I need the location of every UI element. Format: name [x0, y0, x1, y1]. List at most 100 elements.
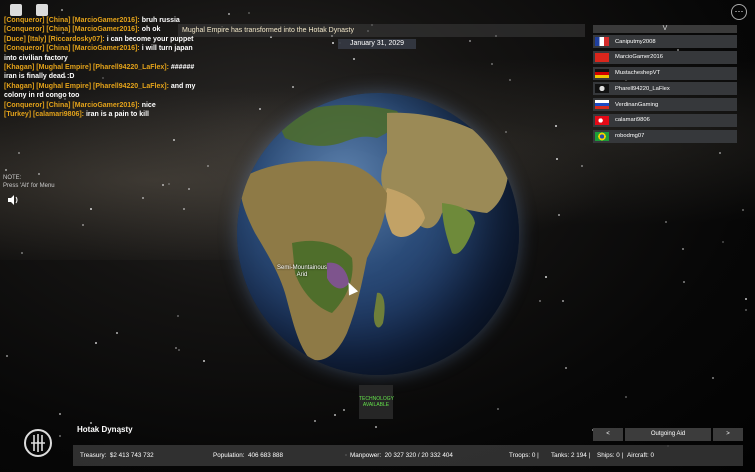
aid-controls: < Outgoing Aid > [593, 428, 743, 441]
chat-sender[interactable]: [Turkey] [calamari9806]: [4, 111, 84, 118]
player-name: Caniputmy2008 [615, 38, 656, 45]
troops-value: 0 [531, 452, 536, 459]
star [581, 165, 583, 167]
star [61, 9, 63, 11]
player-row[interactable]: VerdinanGaming [593, 98, 737, 112]
roblox-menu-icon[interactable] [10, 4, 22, 16]
menu-hint-title: NOTE: [3, 175, 22, 181]
more-options-icon[interactable]: ⋯ [731, 4, 747, 20]
outgoing-aid-button[interactable]: Outgoing Aid [625, 428, 711, 441]
chat-message: and my [170, 82, 196, 90]
manpower-value: 20 327 320 / 20 332 404 [384, 452, 453, 459]
star [682, 248, 684, 250]
chat-sender[interactable]: [Conqueror] [China] [MarcioGamer2016]: [4, 45, 140, 52]
star [248, 12, 250, 14]
treasury-label: Treasury: [80, 452, 107, 459]
china-flag-icon [595, 52, 609, 62]
chat-message: iran is finally dead :D [4, 73, 75, 81]
menu-hint: NOTE: Press 'Alt' for Menu [3, 174, 55, 190]
aid-prev-button[interactable]: < [593, 428, 623, 441]
globe-landmass [240, 105, 509, 361]
speaker-icon[interactable] [7, 194, 19, 206]
treasury-stat: Treasury: $2 413 743 732 [80, 445, 154, 466]
chat-sender[interactable]: [Conqueror] [China] [MarcioGamer2016]: [4, 17, 140, 24]
world-globe[interactable] [237, 93, 519, 375]
aid-next-button[interactable]: > [713, 428, 743, 441]
star [683, 281, 685, 283]
germany-flag-icon [595, 68, 609, 78]
chat-message: i will turn japan [141, 45, 193, 53]
star [168, 183, 170, 185]
chat-line: into civilian factory [4, 54, 224, 63]
player-name: robodmg07 [615, 133, 645, 140]
player-row[interactable]: MarcioGamer2016 [593, 50, 737, 64]
chat-message: i can become your puppet [106, 35, 194, 43]
chat-toggle-icon[interactable] [36, 4, 48, 16]
treasury-value: $2 413 743 732 [109, 452, 154, 459]
chat-line: [Conqueror] [China] [MarcioGamer2016]: n… [4, 101, 224, 110]
player-row[interactable]: robodmg07 [593, 129, 737, 143]
star [539, 300, 541, 302]
star [207, 165, 209, 167]
star [142, 197, 144, 199]
star [497, 408, 499, 410]
star [116, 332, 118, 334]
star [745, 298, 747, 300]
chat-sender[interactable]: [Khagan] [Mughal Empire] [Pharell94220_L… [4, 83, 169, 90]
tanks-stat: Tanks: 2 194 | [551, 452, 591, 459]
stats-bar: Treasury: $2 413 743 732 Population: 406… [73, 445, 743, 466]
manpower-stat: Manpower: 20 327 320 / 20 332 404 [350, 445, 453, 466]
announcement-banner: Mughal Empire has transformed into the H… [178, 24, 585, 37]
chat-message: colony in rd congo too [4, 92, 80, 100]
chat-line: [Conqueror] [China] [MarcioGamer2016]: b… [4, 16, 224, 25]
ships-stat: Ships: 0 | [597, 452, 624, 459]
player-row[interactable]: MustacheshepVT [593, 66, 737, 80]
star [469, 40, 471, 42]
star [314, 420, 316, 422]
chat-message: into civilian factory [4, 54, 68, 62]
ships-value: 0 [616, 452, 620, 459]
player-list-toggle[interactable]: V [593, 25, 737, 33]
chat-line: [Khagan] [Mughal Empire] [Pharell94220_L… [4, 82, 224, 91]
chat-sender[interactable]: [Duce] [Italy] [Riccardosky07]: [4, 36, 105, 43]
player-row[interactable]: calamari9806 [593, 113, 737, 127]
tanks-label: Tanks: [551, 452, 570, 459]
star [5, 169, 7, 171]
mughal-flag-icon [595, 84, 609, 94]
russia-flag-icon [595, 100, 609, 110]
chat-sender[interactable]: [Khagan] [Mughal Empire] [Pharell94220_L… [4, 64, 169, 71]
technology-available-button[interactable]: TECHNOLOGY AVAILABLE [359, 385, 394, 419]
manpower-label: Manpower: [350, 452, 382, 459]
player-name: MarcioGamer2016 [615, 54, 664, 61]
star [343, 409, 345, 411]
player-row[interactable]: Caniputmy2008 [593, 35, 737, 48]
chat-sender[interactable]: [Conqueror] [China] [MarcioGamer2016]: [4, 102, 140, 109]
aircraft-label: Aircraft: [627, 452, 649, 459]
star [82, 224, 84, 226]
chat-sender[interactable]: [Conqueror] [China] [MarcioGamer2016]: [4, 26, 140, 33]
star [203, 360, 205, 362]
star [6, 355, 8, 357]
star [178, 349, 180, 351]
star [555, 125, 557, 127]
tanks-value: 2 194 [570, 452, 587, 459]
star [183, 208, 185, 210]
star [21, 252, 23, 254]
star [175, 347, 177, 349]
star [292, 86, 294, 88]
star [712, 377, 714, 379]
star [509, 79, 511, 81]
star [334, 414, 336, 416]
star [332, 42, 334, 44]
chat-line: iran is finally dead :D [4, 72, 224, 81]
population-stat: Population: 406 683 888 [213, 445, 283, 466]
top-left-toolbar [10, 4, 48, 16]
chat-message: oh ok [141, 26, 161, 34]
population-value: 406 683 888 [248, 452, 284, 459]
nation-emblem-icon[interactable] [24, 429, 52, 457]
player-name: MustacheshepVT [615, 70, 661, 77]
chat-line: [Conqueror] [China] [MarcioGamer2016]: o… [4, 25, 224, 34]
star [59, 413, 61, 415]
player-row[interactable]: Pharell94220_LaFlex [593, 82, 737, 96]
aircraft-stat: Aircraft: 0 [627, 445, 654, 466]
